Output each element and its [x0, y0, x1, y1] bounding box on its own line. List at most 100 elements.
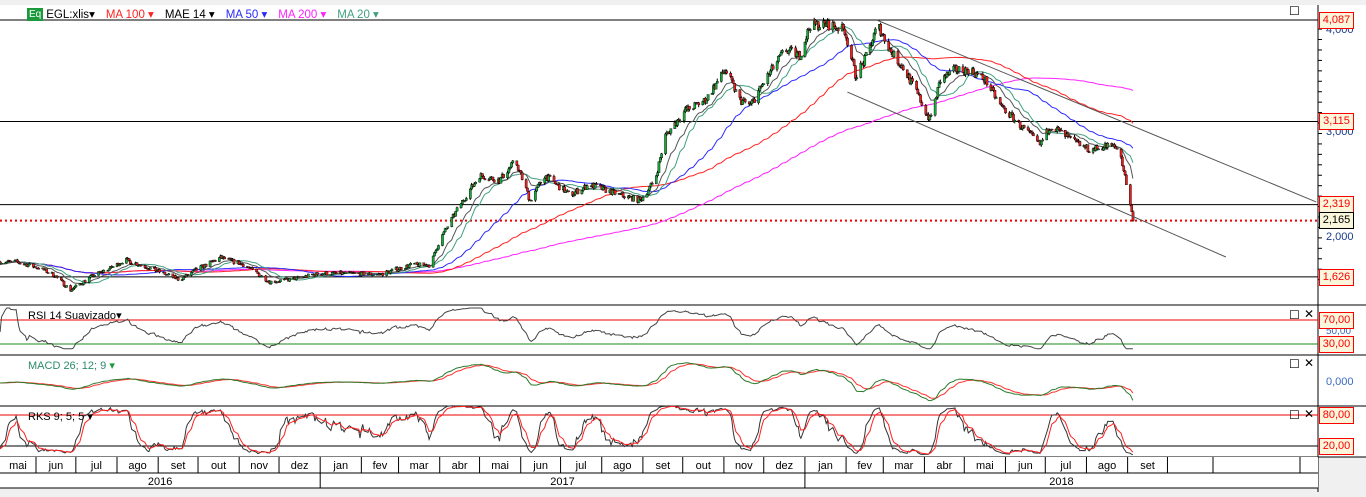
candle-up: [260, 275, 264, 278]
candle-up: [288, 278, 292, 282]
candle-down: [37, 268, 41, 270]
candle-down: [1078, 141, 1082, 147]
candle-down: [852, 59, 856, 66]
candle-down: [524, 179, 528, 189]
maximize-main-icon[interactable]: ☐: [1289, 4, 1300, 18]
candle-down: [1032, 133, 1035, 137]
candle-down: [955, 65, 958, 72]
candle-down: [697, 102, 701, 106]
month-label: out: [696, 460, 711, 472]
candle-down: [604, 187, 608, 193]
legend-ma50[interactable]: MA 50 ▾: [226, 7, 268, 21]
candle-up: [657, 161, 661, 173]
candle-up: [799, 56, 803, 60]
candle-up: [28, 263, 31, 266]
candle-down: [516, 164, 520, 171]
candle-up: [682, 111, 686, 122]
candle-down: [961, 66, 965, 73]
candle-down: [1121, 156, 1124, 166]
candle-down: [1073, 136, 1076, 139]
candle-up: [437, 245, 440, 250]
candle-down: [552, 176, 556, 182]
close-rks-icon[interactable]: ✕: [1304, 407, 1314, 421]
legend-ma200[interactable]: MA 200 ▾: [278, 7, 326, 21]
candle-down: [992, 87, 995, 91]
candle-up: [465, 198, 468, 201]
candle-up: [781, 50, 784, 53]
macd-zero-tick: 0,000: [1326, 376, 1354, 388]
candle-up: [660, 153, 663, 158]
candle-down: [353, 272, 357, 274]
candle-down: [163, 271, 167, 275]
macd-panel-label[interactable]: MACD 26; 12; 9 ▾: [28, 359, 115, 372]
candle-down: [204, 263, 208, 267]
month-label: nov: [250, 460, 268, 472]
candle-up: [863, 55, 867, 66]
legend-ma100[interactable]: MA 100 ▾: [106, 7, 154, 21]
candle-down: [548, 175, 552, 177]
maximize-rsi-icon[interactable]: ☐: [1289, 308, 1300, 322]
month-label: fev: [857, 460, 872, 472]
candle-up: [706, 94, 710, 101]
month-label: ago: [1098, 460, 1116, 472]
candle-down: [527, 191, 531, 200]
candle-down: [526, 187, 529, 192]
candle-down: [1114, 146, 1118, 149]
candle-up: [1041, 139, 1045, 142]
candle-up: [669, 128, 673, 134]
candle-down: [981, 74, 985, 80]
symbol-selector[interactable]: EGL:xlis▾: [46, 7, 95, 21]
candle-up: [93, 275, 96, 277]
rks-80-label: 80,00: [1319, 407, 1354, 424]
candle-down: [771, 65, 775, 70]
candle-up: [734, 89, 738, 92]
rks-panel-label[interactable]: RKS 9; 5; 5 ▾: [28, 410, 93, 423]
candle-down: [515, 160, 519, 166]
candle-down: [1129, 184, 1132, 206]
candle-down: [650, 183, 654, 185]
legend-ma20[interactable]: MA 20 ▾: [337, 7, 379, 21]
candle-down: [901, 65, 905, 71]
candle-down: [1060, 129, 1063, 132]
candle-up: [111, 266, 115, 268]
candle-down: [732, 79, 735, 84]
candle-down: [836, 28, 840, 32]
month-label: jan: [332, 460, 348, 472]
candle-down: [1050, 128, 1054, 131]
candle-down: [1022, 125, 1026, 128]
month-label: abr: [936, 460, 952, 472]
maximize-rks-icon[interactable]: ☐: [1289, 408, 1300, 422]
candle-up: [149, 267, 152, 270]
month-label: dez: [775, 460, 793, 472]
candle-down: [18, 262, 22, 265]
candle-up: [741, 100, 744, 105]
close-macd-icon[interactable]: ✕: [1304, 356, 1314, 370]
candle-up: [632, 195, 635, 202]
chart-canvas[interactable]: mai jun jul ago set out nov dez jan fev mar abr mai j…: [0, 0, 1366, 492]
candle-down: [1125, 174, 1128, 185]
close-rsi-icon[interactable]: ✕: [1304, 307, 1314, 321]
month-label: ago: [128, 460, 146, 472]
candle-down: [334, 272, 338, 275]
candle-up: [656, 172, 659, 177]
candle-up: [1040, 140, 1043, 146]
candle-up: [948, 70, 952, 75]
rsi-panel-label[interactable]: RSI 14 Suavizado▾: [28, 309, 122, 322]
candle-down: [362, 271, 366, 276]
month-label: jun: [532, 460, 548, 472]
candle-up: [65, 285, 68, 288]
candle-up: [434, 250, 438, 253]
candle-up: [716, 81, 719, 84]
candle-up: [939, 82, 942, 84]
year-label: 2017: [550, 476, 574, 488]
candle-up: [1097, 148, 1100, 151]
maximize-macd-icon[interactable]: ☐: [1289, 357, 1300, 371]
candle-up: [454, 210, 458, 217]
legend-mae14[interactable]: MAE 14 ▾: [165, 7, 215, 21]
candle-down: [34, 266, 38, 269]
candle-up: [641, 197, 645, 201]
month-label: fev: [373, 460, 388, 472]
candle-down: [264, 275, 268, 282]
candle-down: [967, 69, 970, 75]
candle-up: [892, 50, 896, 58]
